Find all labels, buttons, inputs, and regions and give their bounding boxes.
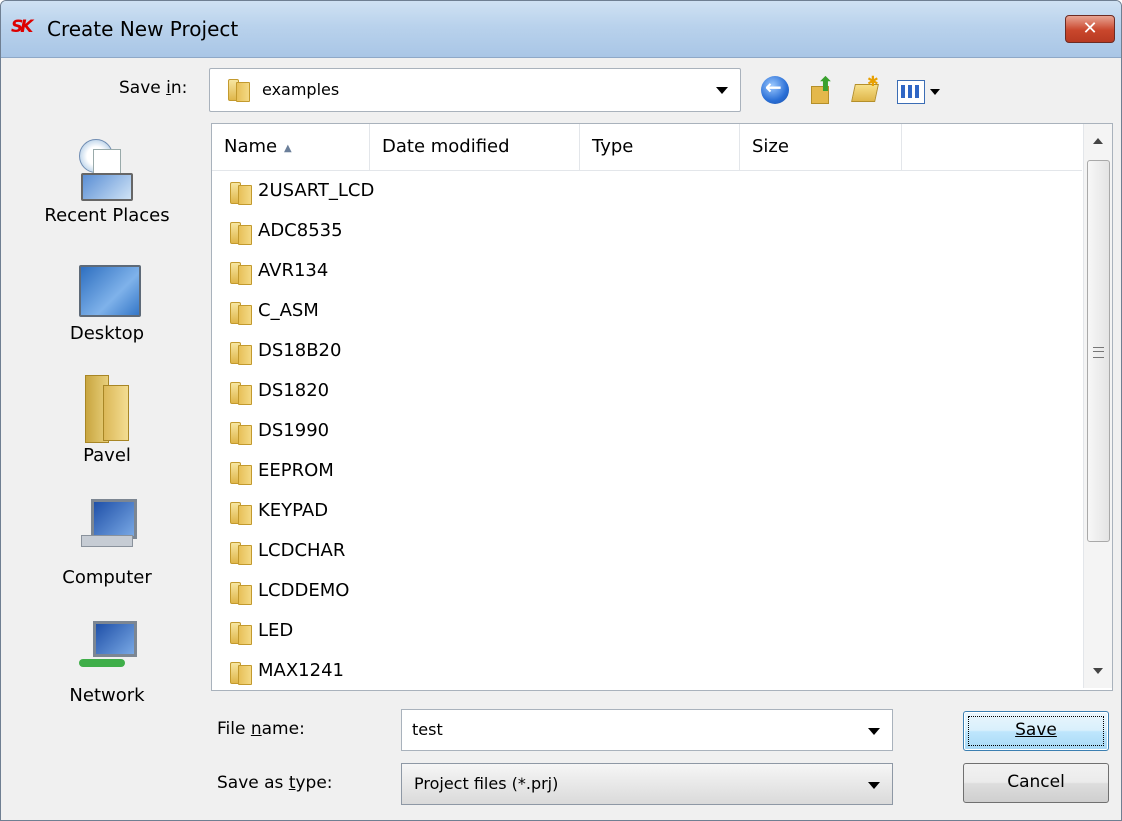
folder-icon — [228, 380, 252, 405]
column-date-label: Date modified — [382, 136, 510, 157]
chevron-down-icon[interactable] — [868, 728, 880, 735]
column-type[interactable]: Type — [580, 124, 740, 170]
column-name[interactable]: Name ▲ — [212, 124, 370, 170]
close-button[interactable]: ✕ — [1065, 15, 1115, 43]
folder-icon — [228, 300, 252, 325]
folder-icon — [228, 180, 252, 205]
folder-icon — [228, 460, 252, 485]
file-list[interactable]: Name ▲ Date modified Type Size 2USART_LC… — [211, 123, 1113, 691]
file-name: ADC8535 — [258, 220, 343, 241]
cancel-button[interactable]: Cancel — [963, 763, 1109, 803]
list-item[interactable]: 2USART_LCD — [226, 174, 826, 208]
list-item[interactable]: C_ASM — [226, 294, 826, 328]
file-name: AVR134 — [258, 260, 329, 281]
file-name: LCDCHAR — [258, 540, 346, 561]
new-folder-icon[interactable] — [851, 74, 879, 104]
save-in-dropdown[interactable]: examples — [209, 68, 741, 112]
save-as-type-value: Project files (*.prj) — [414, 774, 559, 793]
column-header: Name ▲ Date modified Type Size — [212, 124, 1082, 171]
folder-icon — [228, 220, 252, 245]
scroll-down-icon[interactable] — [1093, 668, 1103, 674]
scrollbar-thumb[interactable] — [1087, 160, 1110, 542]
save-in-label: Save in: — [119, 78, 188, 98]
place-network[interactable]: Network — [13, 115, 201, 715]
file-name: DS1820 — [258, 380, 330, 401]
column-size-label: Size — [752, 136, 789, 157]
folder-icon — [228, 340, 252, 365]
list-item[interactable]: DS18B20 — [226, 334, 826, 368]
file-name: LCDDEMO — [258, 580, 350, 601]
folder-icon — [228, 580, 252, 605]
network-icon — [79, 621, 139, 677]
column-size[interactable]: Size — [740, 124, 902, 170]
file-name: DS1990 — [258, 420, 330, 441]
list-item[interactable]: LCDDEMO — [226, 574, 826, 608]
folder-icon — [226, 77, 250, 102]
save-in-value: examples — [262, 80, 340, 99]
places-bar: Recent Places Desktop Pavel Computer Net… — [13, 115, 201, 765]
folder-icon — [228, 660, 252, 685]
file-name: C_ASM — [258, 300, 319, 321]
list-item[interactable]: DS1990 — [226, 414, 826, 448]
file-name: KEYPAD — [258, 500, 329, 521]
list-item[interactable]: LCDCHAR — [226, 534, 826, 568]
save-button[interactable]: Save — [963, 711, 1109, 751]
list-item[interactable]: ADC8535 — [226, 214, 826, 248]
folder-icon — [228, 540, 252, 565]
save-as-type-label: Save as type: — [217, 773, 333, 793]
file-name: MAX1241 — [258, 660, 344, 681]
file-name: DS18B20 — [258, 340, 342, 361]
views-menu-icon[interactable] — [897, 80, 925, 104]
file-name-label: File name: — [217, 719, 305, 739]
save-as-type-select[interactable]: Project files (*.prj) — [401, 763, 893, 805]
create-project-dialog: SK Create New Project ✕ Save in: example… — [0, 0, 1122, 821]
column-type-label: Type — [592, 136, 634, 157]
column-name-label: Name — [224, 136, 278, 157]
file-name: LED — [258, 620, 294, 641]
title-bar[interactable]: SK Create New Project ✕ — [1, 1, 1121, 58]
sort-ascending-icon: ▲ — [284, 143, 292, 154]
list-item[interactable]: KEYPAD — [226, 494, 826, 528]
folder-icon — [228, 420, 252, 445]
app-logo-icon: SK — [11, 17, 33, 37]
folder-icon — [228, 260, 252, 285]
place-label: Network — [69, 685, 145, 706]
vertical-scrollbar[interactable] — [1083, 124, 1112, 688]
views-dropdown-arrow-icon[interactable] — [930, 89, 940, 95]
column-date-modified[interactable]: Date modified — [370, 124, 580, 170]
up-folder-icon[interactable] — [807, 72, 835, 104]
chevron-down-icon[interactable] — [716, 87, 728, 94]
file-name-field[interactable]: test — [401, 709, 893, 751]
scroll-up-icon[interactable] — [1093, 138, 1103, 144]
grip-icon — [1093, 347, 1104, 358]
focus-rectangle — [968, 716, 1104, 746]
list-item[interactable]: MAX1241 — [226, 654, 826, 688]
file-name: 2USART_LCD — [258, 180, 375, 201]
file-name-value: test — [412, 720, 443, 739]
list-item[interactable]: DS1820 — [226, 374, 826, 408]
file-name: EEPROM — [258, 460, 334, 481]
list-item[interactable]: LED — [226, 614, 826, 648]
folder-icon — [228, 500, 252, 525]
folder-icon — [228, 620, 252, 645]
back-icon[interactable] — [761, 75, 789, 104]
list-item[interactable]: AVR134 — [226, 254, 826, 288]
dialog-title: Create New Project — [47, 17, 239, 41]
chevron-down-icon[interactable] — [868, 782, 880, 789]
list-item[interactable]: EEPROM — [226, 454, 826, 488]
